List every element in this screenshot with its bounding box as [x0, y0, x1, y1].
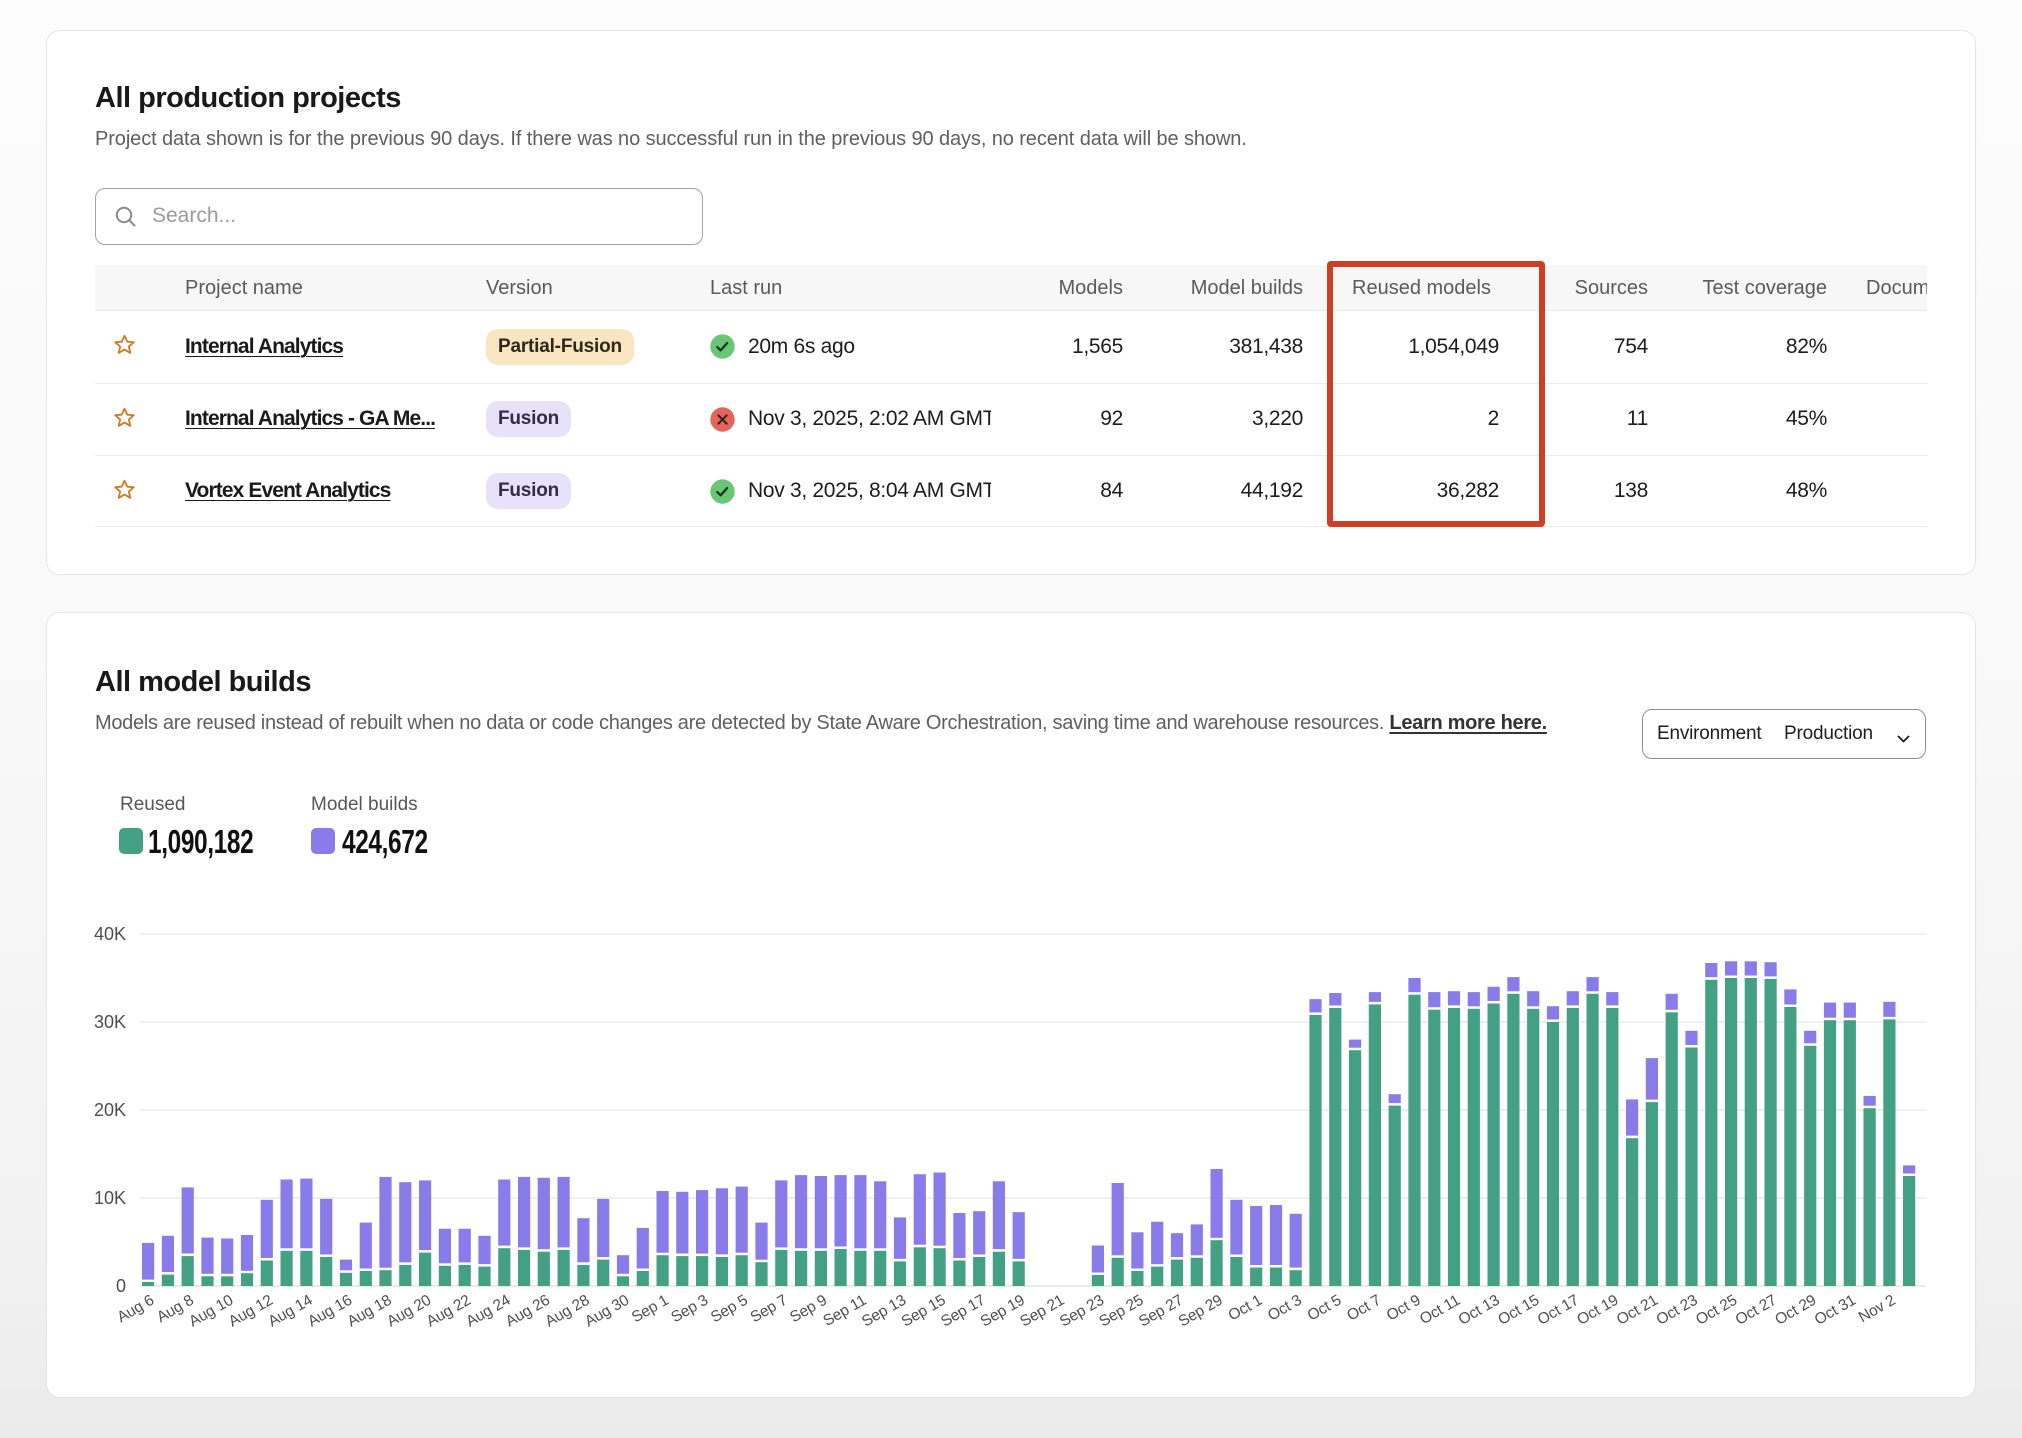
svg-text:Oct 21: Oct 21 — [1614, 1292, 1661, 1329]
svg-text:10K: 10K — [94, 1188, 126, 1208]
svg-text:Aug 22: Aug 22 — [424, 1292, 474, 1331]
svg-text:Oct 15: Oct 15 — [1495, 1292, 1542, 1329]
svg-text:Sep 1: Sep 1 — [629, 1292, 672, 1326]
svg-text:30K: 30K — [94, 1012, 126, 1032]
svg-text:Sep 17: Sep 17 — [938, 1292, 988, 1331]
svg-text:Sep 25: Sep 25 — [1096, 1292, 1146, 1331]
svg-text:Oct 23: Oct 23 — [1653, 1292, 1700, 1329]
svg-text:Aug 12: Aug 12 — [226, 1292, 276, 1331]
svg-text:Aug 30: Aug 30 — [582, 1291, 633, 1330]
svg-text:Aug 10: Aug 10 — [186, 1291, 237, 1330]
svg-text:Aug 24: Aug 24 — [463, 1291, 514, 1330]
svg-text:Sep 27: Sep 27 — [1136, 1292, 1186, 1331]
svg-text:Sep 11: Sep 11 — [820, 1292, 869, 1330]
svg-text:Sep 21: Sep 21 — [1017, 1292, 1067, 1331]
svg-text:Oct 19: Oct 19 — [1574, 1292, 1621, 1329]
svg-text:20K: 20K — [94, 1100, 126, 1120]
svg-text:Aug 16: Aug 16 — [305, 1292, 355, 1331]
svg-text:Oct 5: Oct 5 — [1305, 1292, 1345, 1325]
svg-text:Sep 29: Sep 29 — [1176, 1292, 1226, 1331]
svg-text:40K: 40K — [94, 924, 126, 944]
svg-text:Oct 27: Oct 27 — [1733, 1292, 1780, 1329]
svg-text:0: 0 — [116, 1276, 126, 1296]
svg-text:Oct 17: Oct 17 — [1535, 1292, 1582, 1329]
svg-text:Aug 26: Aug 26 — [503, 1292, 553, 1331]
svg-text:Aug 14: Aug 14 — [265, 1291, 316, 1330]
svg-text:Oct 11: Oct 11 — [1417, 1292, 1463, 1328]
svg-text:Nov 2: Nov 2 — [1856, 1292, 1899, 1326]
svg-text:Sep 7: Sep 7 — [748, 1292, 791, 1326]
svg-text:Sep 13: Sep 13 — [859, 1292, 909, 1331]
svg-text:Oct 7: Oct 7 — [1344, 1292, 1384, 1325]
svg-text:Sep 19: Sep 19 — [978, 1292, 1028, 1331]
svg-text:Oct 31: Oct 31 — [1812, 1292, 1859, 1329]
svg-text:Oct 1: Oct 1 — [1225, 1292, 1265, 1325]
svg-text:Oct 9: Oct 9 — [1384, 1292, 1424, 1325]
svg-text:Oct 29: Oct 29 — [1772, 1292, 1819, 1329]
svg-text:Sep 15: Sep 15 — [899, 1292, 949, 1331]
svg-text:Oct 25: Oct 25 — [1693, 1292, 1740, 1329]
svg-text:Sep 5: Sep 5 — [708, 1292, 751, 1326]
svg-text:Aug 20: Aug 20 — [384, 1291, 435, 1330]
svg-text:Sep 23: Sep 23 — [1057, 1292, 1107, 1331]
svg-text:Sep 3: Sep 3 — [668, 1292, 711, 1326]
svg-text:Aug 18: Aug 18 — [344, 1292, 394, 1331]
svg-text:Oct 3: Oct 3 — [1265, 1292, 1305, 1325]
svg-text:Aug 28: Aug 28 — [542, 1292, 592, 1331]
svg-text:Oct 13: Oct 13 — [1456, 1292, 1503, 1329]
svg-text:Aug 6: Aug 6 — [114, 1292, 157, 1326]
